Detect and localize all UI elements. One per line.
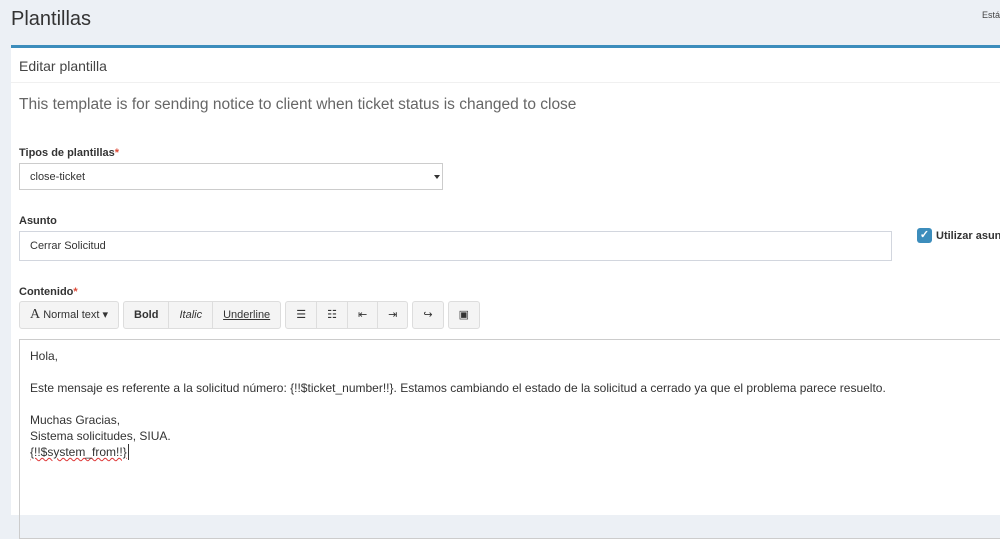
- content-editor[interactable]: Hola, Este mensaje es referente a la sol…: [19, 339, 1000, 539]
- unordered-list-icon[interactable]: ☰: [286, 302, 318, 328]
- editor-line: Hola,: [30, 349, 59, 363]
- indent-icon[interactable]: ⇥: [378, 302, 407, 328]
- box-title: Editar plantilla: [11, 48, 1000, 83]
- editor-toolbar: A Normal text ▾ Bold Italic Underline ☰ …: [19, 301, 480, 329]
- editor-line: {!!$system_from!!}: [30, 444, 129, 460]
- template-type-label: Tipos de plantillas*: [19, 147, 120, 159]
- breadcrumb: Estás aquí: [982, 10, 1000, 20]
- editor-line: Muchas Gracias,: [30, 413, 121, 427]
- use-subject-checkbox[interactable]: ✓Utilizar asunto: [917, 228, 1000, 243]
- page-title: Plantillas: [11, 8, 92, 30]
- editor-line: Sistema solicitudes, SIUA.: [30, 429, 171, 443]
- normal-text-dropdown[interactable]: A Normal text ▾: [20, 302, 118, 328]
- bold-button[interactable]: Bold: [124, 302, 170, 328]
- check-icon: ✓: [917, 228, 932, 243]
- image-icon[interactable]: ▣: [449, 302, 479, 328]
- template-description: This template is for sending notice to c…: [19, 96, 577, 113]
- template-type-select[interactable]: close-ticket: [19, 163, 443, 190]
- underline-button[interactable]: Underline: [213, 302, 280, 328]
- subject-input[interactable]: Cerrar Solicitud: [19, 231, 892, 261]
- ordered-list-icon[interactable]: ☷: [317, 302, 348, 328]
- caret-down-icon: [434, 175, 440, 179]
- subject-label: Asunto: [19, 215, 57, 227]
- italic-button[interactable]: Italic: [169, 302, 214, 328]
- link-share-icon[interactable]: ↪: [413, 302, 442, 328]
- editor-line: Este mensaje es referente a la solicitud…: [30, 381, 886, 395]
- edit-template-box: Editar plantilla This template is for se…: [11, 45, 1000, 539]
- content-label: Contenido*: [19, 286, 78, 298]
- outdent-icon[interactable]: ⇤: [348, 302, 379, 328]
